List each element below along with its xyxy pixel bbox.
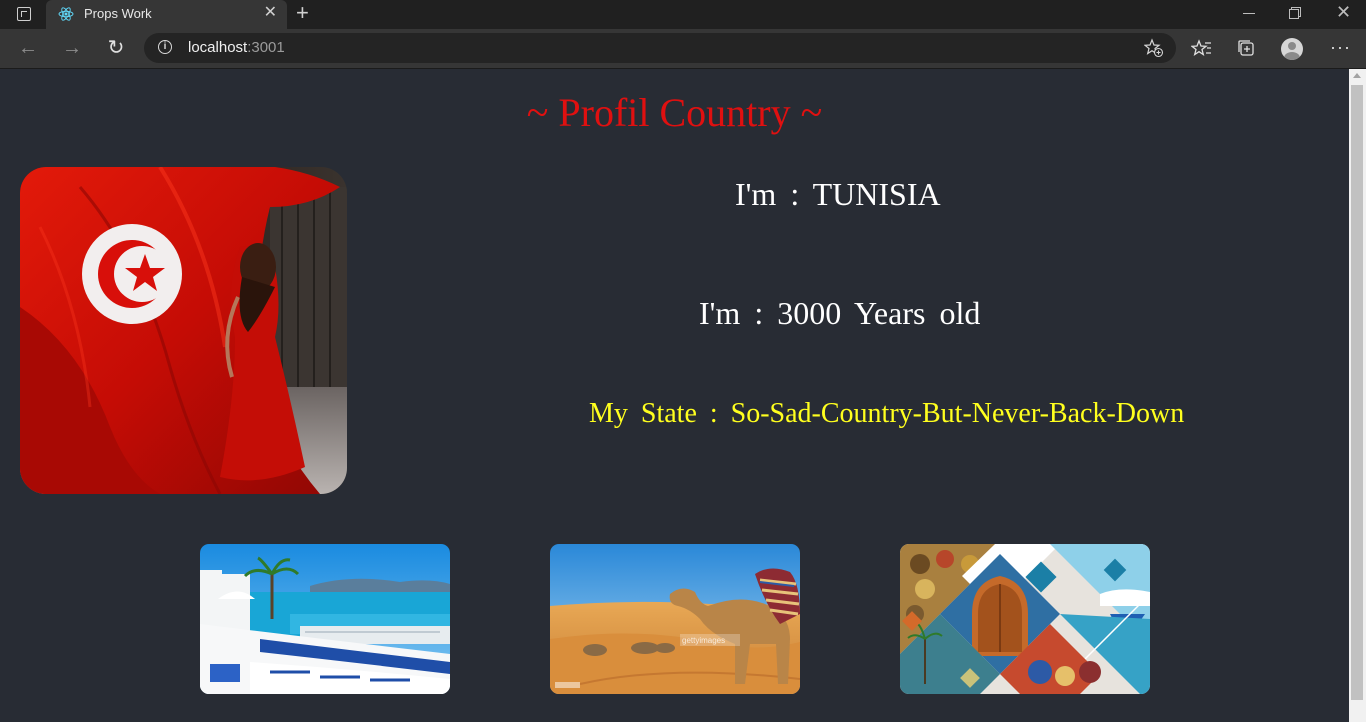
favorites-icon[interactable] — [1191, 38, 1213, 60]
restore-icon[interactable] — [1289, 7, 1301, 19]
country-profile-image — [20, 167, 347, 494]
browser-toolbar: ← → ↻ i localhost:3001 ··· — [0, 29, 1366, 69]
minimize-icon[interactable] — [1243, 13, 1255, 14]
back-icon[interactable]: ← — [17, 37, 39, 59]
tab-title: Props Work — [84, 6, 152, 21]
reload-icon[interactable]: ↻ — [105, 37, 127, 59]
tab-actions-icon[interactable] — [17, 7, 31, 21]
page-title: ~ Profil Country ~ — [526, 90, 823, 135]
url-text[interactable]: localhost:3001 — [188, 39, 285, 56]
country-age: I'm : 3000 Years old — [699, 295, 981, 331]
new-tab-icon[interactable]: + — [296, 2, 309, 24]
tab-close-icon[interactable]: ✕ — [264, 5, 277, 21]
scroll-up-arrow-icon[interactable] — [1353, 73, 1361, 78]
address-bar[interactable]: i localhost:3001 — [144, 33, 1176, 63]
browser-titlebar: Props Work ✕ + ✕ — [0, 0, 1366, 29]
gallery-image-tunisia-collage — [900, 544, 1150, 694]
browser-tab[interactable]: Props Work ✕ — [46, 0, 287, 29]
page-scrollbar[interactable] — [1349, 69, 1366, 722]
forward-icon[interactable]: → — [61, 37, 83, 59]
window-close-icon[interactable]: ✕ — [1336, 2, 1351, 22]
getty-watermark: gettyimages — [682, 636, 725, 645]
react-icon — [58, 7, 74, 21]
profile-avatar-icon[interactable] — [1281, 38, 1303, 60]
scrollbar-thumb[interactable] — [1351, 85, 1363, 700]
gallery-image-camel-desert: gettyimages — [550, 544, 800, 694]
more-options-icon[interactable]: ··· — [1330, 37, 1351, 58]
country-state: My State : So-Sad-Country-But-Never-Back… — [589, 398, 1185, 429]
add-favorite-icon[interactable] — [1144, 38, 1164, 58]
gallery-image-sidi-bou-said — [200, 544, 450, 694]
info-icon[interactable]: i — [158, 40, 172, 54]
country-name: I'm : TUNISIA — [735, 176, 941, 212]
page-viewport: ~ Profil Country ~ I'm: TUNISIA I'm: 3… — [0, 69, 1349, 722]
collections-icon[interactable] — [1236, 38, 1258, 60]
